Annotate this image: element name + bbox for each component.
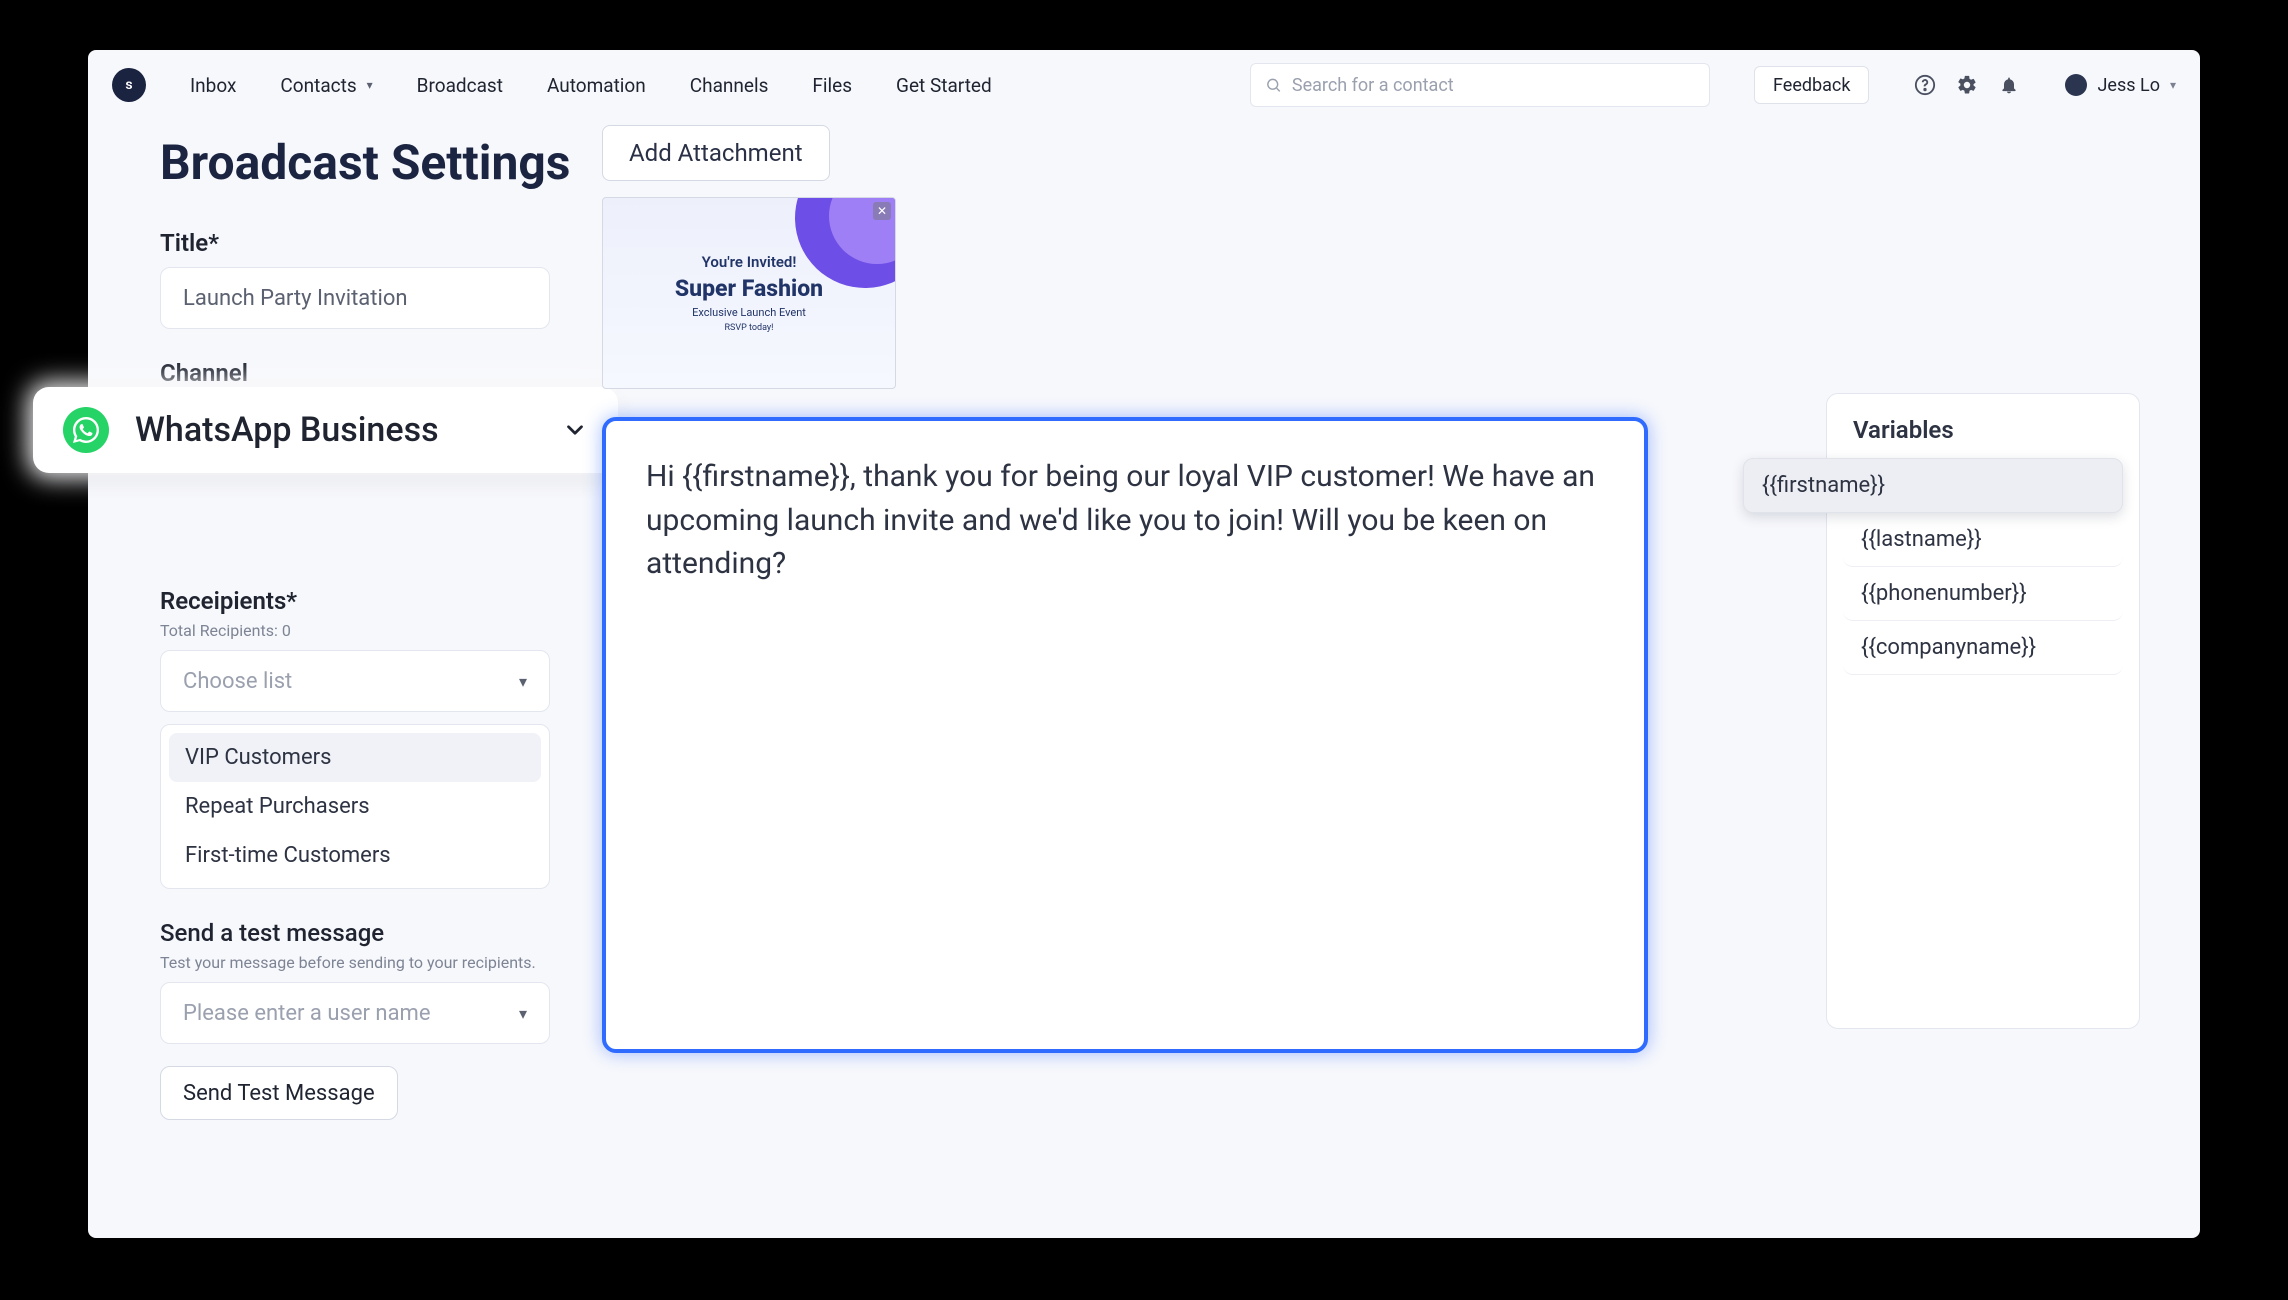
- top-icons: [1913, 73, 2021, 97]
- content-area: Title* Channel Receipients* Total Recipi…: [88, 191, 2200, 1229]
- close-icon[interactable]: ✕: [873, 202, 891, 220]
- title-input[interactable]: [160, 267, 550, 329]
- attachment-preview[interactable]: ✕ You're Invited! Super Fashion Exclusiv…: [602, 197, 896, 389]
- gear-icon[interactable]: [1955, 73, 1979, 97]
- nav-contacts[interactable]: Contacts ▾: [280, 74, 372, 97]
- top-nav: s Inbox Contacts ▾ Broadcast Automation …: [88, 50, 2200, 120]
- nav-get-started[interactable]: Get Started: [896, 74, 992, 97]
- variable-item[interactable]: {{phonenumber}}: [1843, 567, 2123, 621]
- title-field-label: Title*: [160, 229, 550, 257]
- recipients-dropdown[interactable]: Choose list ▾: [160, 650, 550, 712]
- user-menu[interactable]: Jess Lo ▾: [2065, 74, 2176, 96]
- nav-files[interactable]: Files: [812, 74, 852, 97]
- variable-item[interactable]: {{lastname}}: [1843, 513, 2123, 567]
- variable-item[interactable]: {{firstname}}: [1743, 458, 2123, 513]
- search-box[interactable]: [1250, 63, 1710, 107]
- attachment-line: RSVP today!: [724, 323, 773, 333]
- message-editor[interactable]: Hi {{firstname}}, thank you for being ou…: [602, 417, 1648, 1053]
- app-window: s Inbox Contacts ▾ Broadcast Automation …: [88, 50, 2200, 1238]
- brand-badge[interactable]: s: [112, 68, 146, 102]
- test-user-dropdown[interactable]: Please enter a user name ▾: [160, 982, 550, 1044]
- search-icon: [1265, 76, 1282, 94]
- chevron-down-icon: ▾: [367, 78, 373, 92]
- test-field-sub: Test your message before sending to your…: [160, 953, 550, 972]
- avatar-icon: [2065, 74, 2087, 96]
- test-field-label: Send a test message: [160, 919, 550, 947]
- middle-column: Add Attachment ✕ You're Invited! Super F…: [602, 125, 1648, 1053]
- recipients-dropdown-placeholder: Choose list: [183, 669, 292, 694]
- chevron-down-icon: [562, 417, 588, 443]
- search-input[interactable]: [1292, 75, 1695, 96]
- user-name: Jess Lo: [2097, 75, 2159, 96]
- variable-item[interactable]: {{companyname}}: [1843, 621, 2123, 675]
- add-attachment-button[interactable]: Add Attachment: [602, 125, 830, 181]
- variables-title: Variables: [1853, 416, 2113, 444]
- chevron-down-icon: ▾: [2170, 78, 2176, 92]
- recipients-list: VIP Customers Repeat Purchasers First-ti…: [160, 724, 550, 889]
- nav-broadcast[interactable]: Broadcast: [417, 74, 503, 97]
- recipients-field-label: Receipients*: [160, 587, 550, 615]
- whatsapp-icon: [63, 407, 109, 453]
- channel-select[interactable]: WhatsApp Business: [33, 387, 618, 473]
- recipients-option[interactable]: VIP Customers: [169, 733, 541, 782]
- chevron-down-icon: ▾: [519, 1004, 527, 1023]
- send-test-button[interactable]: Send Test Message: [160, 1066, 398, 1120]
- nav-channels[interactable]: Channels: [690, 74, 769, 97]
- attachment-line: Super Fashion: [675, 275, 823, 302]
- recipients-option[interactable]: First-time Customers: [169, 831, 541, 880]
- left-column: Title* Channel Receipients* Total Recipi…: [160, 229, 550, 1120]
- chevron-down-icon: ▾: [519, 672, 527, 691]
- attachment-line: Exclusive Launch Event: [692, 306, 806, 319]
- test-user-placeholder: Please enter a user name: [183, 1001, 431, 1026]
- recipients-field-sub: Total Recipients: 0: [160, 621, 550, 640]
- variables-panel: Variables {{firstname}} {{lastname}} {{p…: [1826, 393, 2140, 1029]
- nav-contacts-label: Contacts: [280, 74, 356, 97]
- attachment-line: You're Invited!: [702, 253, 797, 271]
- channel-select-label: WhatsApp Business: [135, 410, 536, 450]
- feedback-button[interactable]: Feedback: [1754, 66, 1869, 104]
- channel-field-label: Channel: [160, 359, 550, 387]
- recipients-option[interactable]: Repeat Purchasers: [169, 782, 541, 831]
- nav-inbox[interactable]: Inbox: [190, 74, 236, 97]
- bell-icon[interactable]: [1997, 73, 2021, 97]
- nav-automation[interactable]: Automation: [547, 74, 646, 97]
- help-icon[interactable]: [1913, 73, 1937, 97]
